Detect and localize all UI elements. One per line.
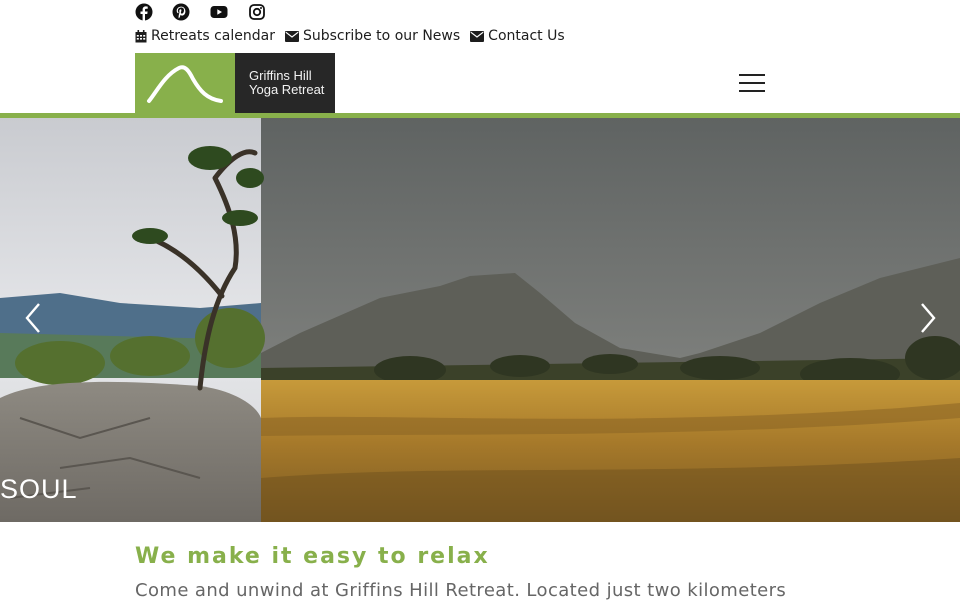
envelope-icon: [470, 30, 485, 42]
contact-us-label: Contact Us: [488, 28, 565, 44]
envelope-icon: [284, 30, 299, 42]
pinterest-icon[interactable]: [172, 3, 190, 21]
utility-links: Retreats calendar Subscribe to our News …: [135, 27, 565, 45]
intro-text: Come and unwind at Griffins Hill Retreat…: [135, 580, 787, 600]
chevron-right-icon[interactable]: [914, 298, 944, 338]
logo-wordmark: Griffins Hill Yoga Retreat: [235, 53, 335, 113]
hero-carousel: SOUL: [0, 118, 960, 522]
social-links: [135, 2, 266, 22]
calendar-icon: [135, 29, 147, 42]
contact-us-link[interactable]: Contact Us: [470, 28, 565, 44]
logo-line-2: Yoga Retreat: [249, 82, 325, 97]
subscribe-link[interactable]: Subscribe to our News: [284, 28, 461, 44]
youtube-icon[interactable]: [209, 3, 229, 21]
slide-caption: SOUL: [0, 474, 78, 504]
facebook-icon[interactable]: [135, 3, 153, 21]
retreats-calendar-label: Retreats calendar: [151, 28, 275, 44]
retreats-calendar-link[interactable]: Retreats calendar: [135, 28, 275, 44]
chevron-left-icon[interactable]: [17, 298, 47, 338]
instagram-icon[interactable]: [248, 3, 266, 21]
hamburger-menu-icon[interactable]: [739, 74, 765, 92]
mountain-logo-icon: [147, 65, 223, 103]
hero-slide-image: [0, 118, 960, 522]
site-logo[interactable]: Griffins Hill Yoga Retreat: [135, 53, 335, 113]
subscribe-label: Subscribe to our News: [302, 28, 461, 44]
site-header: Griffins Hill Yoga Retreat: [0, 50, 960, 113]
logo-mark: [135, 53, 235, 113]
intro-heading: We make it easy to relax: [135, 544, 490, 569]
logo-line-1: Griffins Hill: [249, 68, 312, 83]
